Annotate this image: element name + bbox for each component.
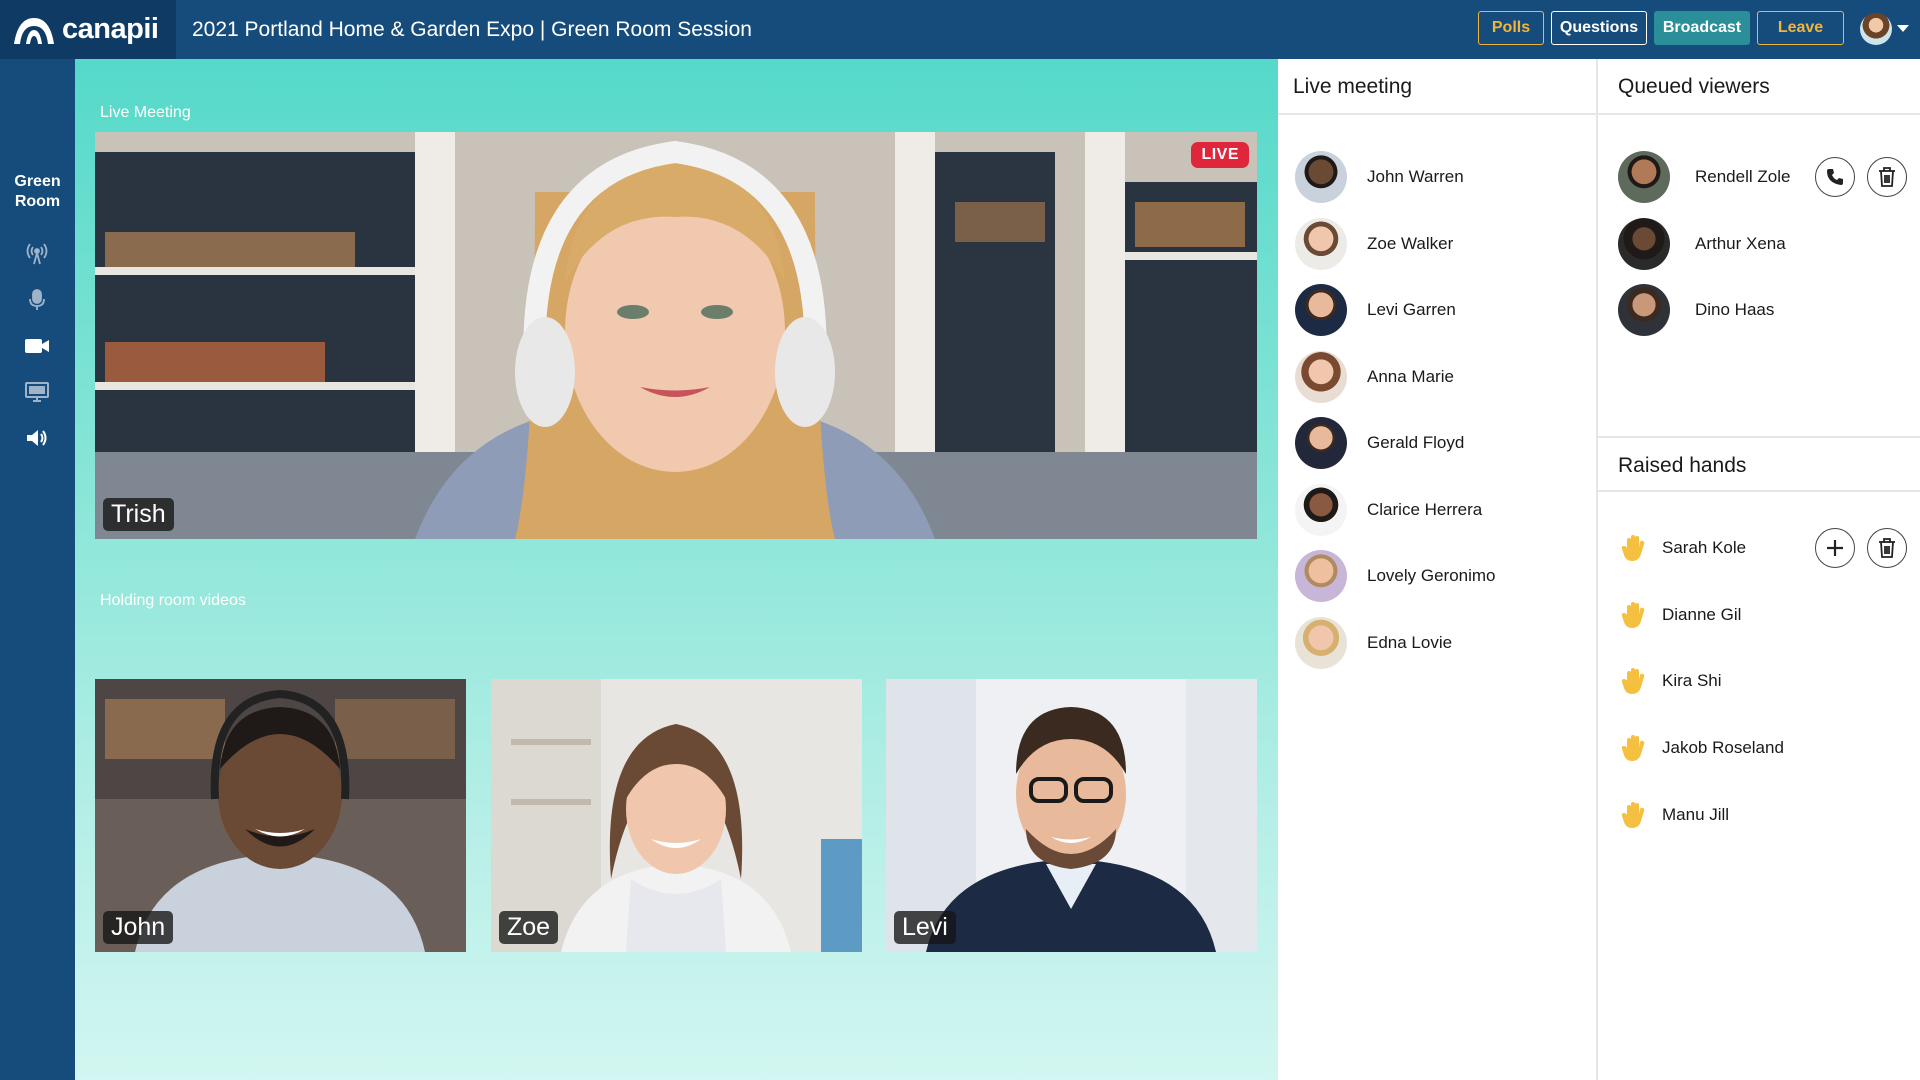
raised-hands-title: Raised hands [1598, 436, 1920, 492]
list-item[interactable]: Levi Garren [1295, 284, 1456, 336]
avatar [1295, 151, 1347, 203]
live-meeting-title: Live meeting [1278, 59, 1596, 115]
participant-name: Anna Marie [1367, 367, 1454, 386]
avatar [1295, 284, 1347, 336]
holding-video-zoe[interactable]: Zoe [491, 679, 862, 952]
live-badge: LIVE [1191, 142, 1249, 168]
screen-share-icon[interactable] [24, 379, 50, 405]
queued-name: Dino Haas [1695, 300, 1775, 319]
holding-name-levi: Levi [894, 911, 956, 944]
canapii-logo-icon [14, 17, 54, 44]
list-item[interactable]: Edna Lovie [1295, 617, 1452, 669]
add-to-stage-button[interactable] [1815, 528, 1855, 568]
raised-hand-name: Kira Shi [1662, 671, 1722, 690]
participant-name: Gerald Floyd [1367, 433, 1465, 452]
queue-panel: Queued viewers Rendell Zole Arthur Xena … [1598, 59, 1920, 1080]
holding-video-john[interactable]: John [95, 679, 466, 952]
live-speaker-name: Trish [103, 498, 174, 531]
left-rail: Green Room [0, 59, 75, 1080]
avatar [1618, 151, 1670, 203]
raised-hand-icon [1620, 601, 1648, 629]
list-item[interactable]: Zoe Walker [1295, 218, 1453, 270]
broadcast-icon[interactable] [24, 241, 50, 267]
list-item[interactable]: Anna Marie [1295, 351, 1454, 403]
camera-icon[interactable] [24, 333, 50, 359]
participant-name: Clarice Herrera [1367, 500, 1483, 519]
delete-button[interactable] [1867, 157, 1907, 197]
avatar [1295, 617, 1347, 669]
logo-text: canapii [62, 13, 159, 45]
raised-hand-icon [1620, 667, 1648, 695]
list-item[interactable]: John Warren [1295, 151, 1464, 203]
holding-room-label: Holding room videos [100, 592, 246, 609]
raised-hand-name: Sarah Kole [1662, 538, 1747, 557]
live-video-frame [95, 132, 1257, 539]
raised-hand-icon [1620, 534, 1648, 562]
call-button[interactable] [1815, 157, 1855, 197]
raised-hand-icon [1620, 734, 1648, 762]
trash-icon [1879, 538, 1895, 558]
leave-button[interactable]: Leave [1757, 11, 1844, 45]
logo[interactable]: canapii [0, 0, 176, 59]
list-item[interactable]: Clarice Herrera [1295, 484, 1482, 536]
microphone-icon[interactable] [24, 287, 50, 313]
list-item[interactable]: Arthur Xena [1618, 218, 1786, 270]
holding-name-john: John [103, 911, 174, 944]
list-item[interactable]: Dianne Gil [1620, 595, 1741, 635]
queued-viewers-title: Queued viewers [1598, 59, 1920, 115]
avatar [1295, 417, 1347, 469]
list-item[interactable]: Lovely Geronimo [1295, 550, 1496, 602]
participant-name: Edna Lovie [1367, 633, 1453, 652]
list-item[interactable]: Kira Shi [1620, 661, 1722, 701]
list-item[interactable]: Gerald Floyd [1295, 417, 1464, 469]
list-item[interactable]: Sarah Kole [1620, 528, 1746, 568]
chevron-down-icon[interactable] [1897, 25, 1909, 32]
green-room-label: Green Room [14, 173, 61, 210]
avatar [1618, 218, 1670, 270]
holding-video-levi[interactable]: Levi [886, 679, 1257, 952]
list-item[interactable]: Rendell Zole [1618, 151, 1790, 203]
main-stage: Live Meeting LIVE Trish Holding room vid… [75, 59, 1278, 1080]
raised-hand-name: Jakob Roseland [1662, 738, 1784, 757]
avatar [1295, 484, 1347, 536]
avatar [1295, 218, 1347, 270]
polls-button[interactable]: Polls [1478, 11, 1544, 45]
participant-name: Levi Garren [1367, 300, 1456, 319]
live-meeting-label: Live Meeting [100, 104, 191, 121]
participant-name: Lovely Geronimo [1367, 566, 1496, 585]
holding-name-zoe: Zoe [499, 911, 559, 944]
phone-icon [1827, 169, 1843, 185]
queued-name: Rendell Zole [1695, 167, 1791, 186]
list-item[interactable]: Jakob Roseland [1620, 728, 1784, 768]
questions-button[interactable]: Questions [1551, 11, 1647, 45]
speaker-icon[interactable] [24, 425, 50, 451]
page-title: 2021 Portland Home & Garden Expo | Green… [192, 18, 752, 41]
participant-name: John Warren [1367, 167, 1464, 186]
user-avatar[interactable] [1860, 13, 1892, 45]
top-bar: canapii 2021 Portland Home & Garden Expo… [0, 0, 1920, 59]
live-video[interactable]: LIVE Trish [95, 132, 1257, 539]
avatar [1295, 550, 1347, 602]
raised-hand-name: Dianne Gil [1662, 605, 1742, 624]
avatar [1295, 351, 1347, 403]
raised-hand-name: Manu Jill [1662, 805, 1730, 824]
broadcast-button[interactable]: Broadcast [1654, 11, 1750, 45]
list-item[interactable]: Manu Jill [1620, 795, 1729, 835]
queued-name: Arthur Xena [1695, 234, 1786, 253]
delete-button[interactable] [1867, 528, 1907, 568]
trash-icon [1879, 167, 1895, 187]
raised-hand-icon [1620, 801, 1648, 829]
live-meeting-panel: Live meeting John Warren Zoe Walker Levi… [1278, 59, 1598, 1080]
avatar [1618, 284, 1670, 336]
participant-name: Zoe Walker [1367, 234, 1454, 253]
plus-icon [1827, 540, 1843, 556]
list-item[interactable]: Dino Haas [1618, 284, 1774, 336]
